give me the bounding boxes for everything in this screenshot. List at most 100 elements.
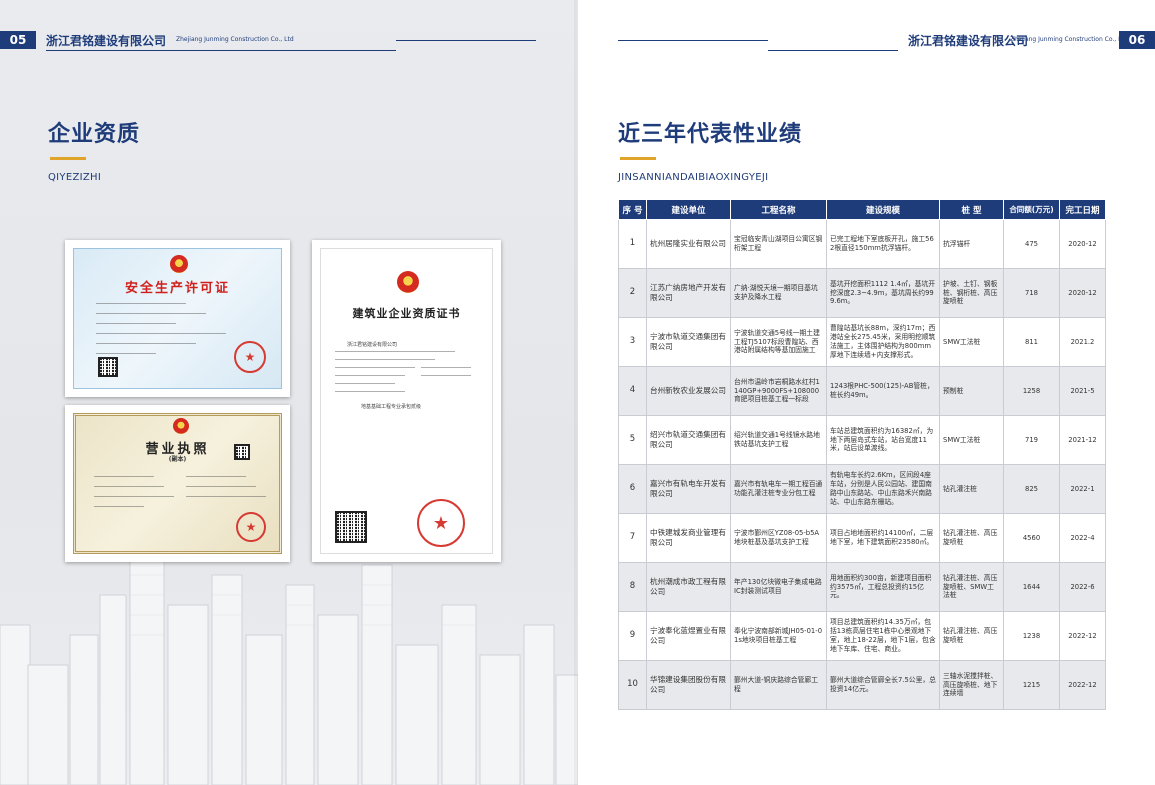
cell-scale: 项目占地地面积约14100㎡，二层地下室，地下建筑面积23580㎡。 bbox=[826, 513, 940, 563]
cell-pile: 钻孔灌注桩、高压旋喷桩、SMW工法桩 bbox=[939, 562, 1004, 612]
cell-date: 2022-4 bbox=[1059, 513, 1106, 563]
cell-unit: 台州新牧农业发展公司 bbox=[646, 366, 731, 416]
text-line bbox=[421, 375, 471, 376]
official-seal-icon: ★ bbox=[417, 499, 465, 547]
cell-no: 7 bbox=[618, 513, 647, 563]
cell-amount: 719 bbox=[1003, 415, 1060, 465]
safety-production-license-frame: 安全生产许可证 ★ bbox=[65, 240, 290, 397]
table-row: 1 杭州居隆实业有限公司 宝冠临安青山湖项目公寓区钢桁架工程 已完工程地下室底板… bbox=[618, 219, 1106, 269]
cell-scale: 项目总建筑面积约14.35万㎡，包括13栋高层住宅1栋中心景观地下室，地上18-… bbox=[826, 611, 940, 661]
cell-date: 2022-6 bbox=[1059, 562, 1106, 612]
cell-amount: 4560 bbox=[1003, 513, 1060, 563]
cell-scale: 用地面积约300亩，新建项目面积约3575㎡，工程总投资约15亿元。 bbox=[826, 562, 940, 612]
section-pinyin: QIYEZIZHI bbox=[48, 172, 102, 183]
text-line bbox=[96, 323, 176, 324]
header-company-english: Zhejiang Junming Construction Co., Ltd bbox=[176, 36, 294, 43]
qualification-scope-field: 地基基础工程专业承包贰级 bbox=[361, 404, 422, 410]
cell-pile: 护坡、土钉、钢板桩、钢桁桩、高压旋喷桩 bbox=[939, 268, 1004, 318]
cell-amount: 1258 bbox=[1003, 366, 1060, 416]
col-header-pile: 桩 型 bbox=[939, 199, 1004, 220]
cell-no: 1 bbox=[618, 219, 647, 269]
cell-unit: 杭州居隆实业有限公司 bbox=[646, 219, 731, 269]
cell-amount: 718 bbox=[1003, 268, 1060, 318]
text-line bbox=[96, 303, 186, 304]
cell-project: 绍兴轨道交通1号线镜水路地铁站基坑支护工程 bbox=[730, 415, 827, 465]
section-title: 近三年代表性业绩 bbox=[618, 122, 803, 147]
cell-unit: 宁波奉化蓝煜置业有限公司 bbox=[646, 611, 731, 661]
business-license-frame: 营业执照 (副本) ★ bbox=[65, 405, 290, 562]
cell-no: 6 bbox=[618, 464, 647, 514]
text-line bbox=[94, 506, 144, 507]
cell-no: 10 bbox=[618, 660, 647, 710]
cell-scale: 基坑开挖面积1112 1.4㎡，基坑开挖深度2.3~4.9m，基坑周长约999.… bbox=[826, 268, 940, 318]
left-page: 05 浙江君铭建设有限公司 Zhejiang Junming Construct… bbox=[0, 0, 578, 785]
section-pinyin: JINSANNIANDAIBIAOXINGYEJI bbox=[618, 172, 769, 183]
cell-unit: 杭州潮成市政工程有限公司 bbox=[646, 562, 731, 612]
page-number-left: 05 bbox=[0, 31, 36, 49]
section-title: 企业资质 bbox=[48, 122, 141, 147]
right-page: 浙江君铭建设有限公司 Zhejiang Junming Construction… bbox=[578, 0, 1155, 785]
table-row: 8 杭州潮成市政工程有限公司 年产130亿块微电子集成电路IC封装测试项目 用地… bbox=[618, 562, 1106, 612]
cell-scale: 曹隍站基坑长88m，深约17m；西港站全长275.45米，采用明挖顺筑法施工，主… bbox=[826, 317, 940, 367]
cell-project: 奉化宁波南部新城JH05-01-01s地块项目桩基工程 bbox=[730, 611, 827, 661]
cell-project: 鄞州大道-铜庆路综合管廊工程 bbox=[730, 660, 827, 710]
text-line bbox=[94, 486, 164, 487]
cell-pile: 钻孔灌注桩、高压旋喷桩 bbox=[939, 513, 1004, 563]
text-line bbox=[335, 391, 405, 392]
cell-date: 2021-12 bbox=[1059, 415, 1106, 465]
cell-no: 2 bbox=[618, 268, 647, 318]
text-line bbox=[335, 375, 405, 376]
cell-unit: 华锦建设集团股份有限公司 bbox=[646, 660, 731, 710]
text-line bbox=[186, 476, 246, 477]
safety-license-title: 安全生产许可证 bbox=[124, 281, 230, 296]
cell-unit: 中铁建城发商业管理有限公司 bbox=[646, 513, 731, 563]
text-line bbox=[96, 353, 156, 354]
cell-project: 宁波轨道交通5号线一期土建工程TJ5107标段曹隍站、西港站附属结构等基加固施工 bbox=[730, 317, 827, 367]
cell-no: 8 bbox=[618, 562, 647, 612]
text-line bbox=[96, 313, 206, 314]
cell-no: 3 bbox=[618, 317, 647, 367]
cell-amount: 1644 bbox=[1003, 562, 1060, 612]
cell-date: 2022-12 bbox=[1059, 611, 1106, 661]
text-line bbox=[335, 367, 415, 368]
cell-date: 2022-12 bbox=[1059, 660, 1106, 710]
cell-date: 2020-12 bbox=[1059, 268, 1106, 318]
text-line bbox=[96, 343, 196, 344]
cell-date: 2021-5 bbox=[1059, 366, 1106, 416]
cell-amount: 475 bbox=[1003, 219, 1060, 269]
table-row: 3 宁波市轨道交通集团有限公司 宁波轨道交通5号线一期土建工程TJ5107标段曹… bbox=[618, 317, 1106, 367]
qualification-company-field: 浙江君铭建设有限公司 bbox=[347, 342, 398, 348]
cell-amount: 811 bbox=[1003, 317, 1060, 367]
col-header-project: 工程名称 bbox=[730, 199, 827, 220]
cell-unit: 绍兴市轨道交通集团有限公司 bbox=[646, 415, 731, 465]
cell-project: 台州市温岭市岩桐路水红村1140GP+9000FS+108000育肥项目桩基工程… bbox=[730, 366, 827, 416]
qualification-title: 建筑业企业资质证书 bbox=[352, 307, 461, 320]
section-accent-bar bbox=[50, 157, 86, 160]
text-line bbox=[186, 486, 256, 487]
cell-pile: 钻孔灌注桩 bbox=[939, 464, 1004, 514]
text-line bbox=[94, 496, 174, 497]
performance-table: 序 号 建设单位 工程名称 建设规模 桩 型 合同额(万元) 完工日期 1 杭州… bbox=[618, 199, 1106, 710]
table-row: 10 华锦建设集团股份有限公司 鄞州大道-铜庆路综合管廊工程 鄞州大道综合管廊全… bbox=[618, 660, 1106, 710]
cell-scale: 车站总建筑面积约为16382㎡，为地下两层岛式车站，站台宽度11米，站后设单渡线… bbox=[826, 415, 940, 465]
qr-code-icon bbox=[98, 357, 118, 377]
cell-date: 2021.2 bbox=[1059, 317, 1106, 367]
table-row: 9 宁波奉化蓝煜置业有限公司 奉化宁波南部新城JH05-01-01s地块项目桩基… bbox=[618, 611, 1106, 661]
safety-production-license: 安全生产许可证 ★ bbox=[73, 248, 282, 389]
qualification-certificate: 建筑业企业资质证书 浙江君铭建设有限公司 地基基础工程专业承包贰级 ★ bbox=[320, 248, 493, 554]
cell-amount: 825 bbox=[1003, 464, 1060, 514]
table-row: 2 江苏广纳房地产开发有限公司 广纳·湖悦天境一期项目基坑支护及降水工程 基坑开… bbox=[618, 268, 1106, 318]
header-company-name: 浙江君铭建设有限公司 bbox=[46, 34, 167, 48]
business-license: 营业执照 (副本) ★ bbox=[73, 413, 282, 554]
cell-date: 2022-1 bbox=[1059, 464, 1106, 514]
header-rule bbox=[768, 50, 898, 51]
cell-pile: 预制桩 bbox=[939, 366, 1004, 416]
text-line bbox=[96, 333, 226, 334]
cell-project: 宝冠临安青山湖项目公寓区钢桁架工程 bbox=[730, 219, 827, 269]
cell-pile: 钻孔灌注桩、高压旋喷桩 bbox=[939, 611, 1004, 661]
cell-scale: 鄞州大道综合管廊全长7.5公里，总投资14亿元。 bbox=[826, 660, 940, 710]
cell-scale: 已完工程地下室底板开孔，施工562根直径150mm抗浮锚杆。 bbox=[826, 219, 940, 269]
text-line bbox=[186, 496, 266, 497]
col-header-unit: 建设单位 bbox=[646, 199, 731, 220]
cell-no: 4 bbox=[618, 366, 647, 416]
